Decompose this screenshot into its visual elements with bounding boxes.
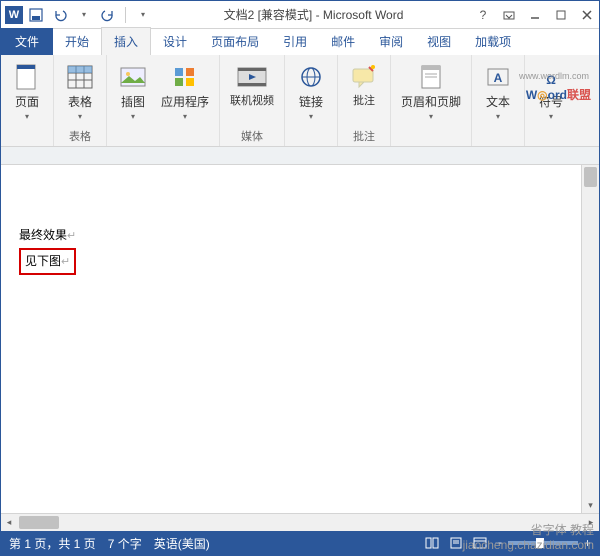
qat-customize-icon[interactable]: ▾ <box>134 6 152 24</box>
apps-icon <box>169 61 201 93</box>
redo-icon[interactable] <box>99 6 117 24</box>
tab-layout[interactable]: 页面布局 <box>199 28 271 55</box>
tab-review[interactable]: 审阅 <box>367 28 415 55</box>
apps-button[interactable]: 应用程序▾ <box>157 59 213 144</box>
online-video-button[interactable]: 联机视频 <box>226 59 278 126</box>
tab-home[interactable]: 开始 <box>53 28 101 55</box>
ribbon-group-comments: 批注 批注 <box>338 55 391 146</box>
links-icon <box>295 61 327 93</box>
textbox-icon: A <box>482 61 514 93</box>
illustrations-button[interactable]: 插图▾ <box>113 59 153 144</box>
table-button[interactable]: 表格▾ <box>60 59 100 126</box>
links-button[interactable]: 链接▾ <box>291 59 331 144</box>
scroll-down-icon[interactable]: ▾ <box>582 497 599 513</box>
comment-button[interactable]: 批注 <box>344 59 384 126</box>
scroll-thumb[interactable] <box>19 516 59 529</box>
tab-references[interactable]: 引用 <box>271 28 319 55</box>
brand-logo: W◎ord联盟 <box>526 83 591 104</box>
paragraph-mark-icon: ↵ <box>67 230 76 242</box>
table-icon <box>64 61 96 93</box>
save-icon[interactable] <box>27 6 45 24</box>
ribbon-group-illustrations: 插图▾ 应用程序▾ <box>107 55 220 146</box>
status-language[interactable]: 英语(美国) <box>154 535 210 552</box>
ribbon-group-pages: 页面▾ <box>1 55 54 146</box>
tab-insert[interactable]: 插入 <box>101 27 151 55</box>
status-page[interactable]: 第 1 页，共 1 页 <box>9 535 96 552</box>
highlight-box: 见下图↵ <box>19 248 76 275</box>
document-area: 最终效果↵ 见下图↵ ▴ ▾ <box>1 165 599 513</box>
tab-view[interactable]: 视图 <box>415 28 463 55</box>
headerfooter-button[interactable]: 页眉和页脚▾ <box>397 59 465 144</box>
watermark: 省字体 教程 jiaocheng.chazidian.com <box>463 521 594 552</box>
ribbon-group-media: 联机视频 媒体 <box>220 55 285 146</box>
header-icon <box>415 61 447 93</box>
text-button[interactable]: A 文本▾ <box>478 59 518 144</box>
undo-dropdown-icon[interactable]: ▾ <box>75 6 93 24</box>
undo-icon[interactable] <box>51 6 69 24</box>
scroll-left-icon[interactable]: ◂ <box>1 517 17 528</box>
titlebar: W ▾ ▾ 文档2 [兼容模式] - Microsoft Word ? <box>1 1 599 29</box>
tab-design[interactable]: 设计 <box>151 28 199 55</box>
ribbon-options-icon[interactable] <box>501 7 517 23</box>
view-read-icon[interactable] <box>423 535 441 551</box>
page-icon <box>11 61 43 93</box>
page-canvas[interactable]: 最终效果↵ 见下图↵ <box>1 165 581 513</box>
paragraph-2: 见下图↵ <box>25 253 70 268</box>
ribbon: 页面▾ 表格▾ 表格 插图▾ 应用程序▾ <box>1 55 599 147</box>
svg-text:A: A <box>494 71 503 85</box>
window-title: 文档2 [兼容模式] - Microsoft Word <box>152 6 475 23</box>
quick-access-toolbar: ▾ ▾ <box>27 6 152 24</box>
ribbon-group-links: 链接▾ <box>285 55 338 146</box>
ribbon-tabs: 文件 开始 插入 设计 页面布局 引用 邮件 审阅 视图 加载项 <box>1 29 599 55</box>
status-wordcount[interactable]: 7 个字 <box>108 535 142 552</box>
pictures-icon <box>117 61 149 93</box>
horizontal-ruler[interactable] <box>1 147 599 165</box>
tab-addins[interactable]: 加载项 <box>463 28 523 55</box>
tab-file[interactable]: 文件 <box>1 28 53 55</box>
logo-url: www.wordlm.com <box>519 71 589 81</box>
paragraph-1: 最终效果↵ <box>19 225 563 246</box>
ribbon-group-headerfooter: 页眉和页脚▾ <box>391 55 472 146</box>
ribbon-group-table: 表格▾ 表格 <box>54 55 107 146</box>
help-icon[interactable]: ? <box>475 7 491 23</box>
maximize-icon[interactable] <box>553 7 569 23</box>
ribbon-group-text: A 文本▾ <box>472 55 525 146</box>
paragraph-mark-icon: ↵ <box>61 256 70 268</box>
logo-o-icon: ◎ <box>537 88 547 102</box>
comment-icon <box>348 61 380 93</box>
pages-button[interactable]: 页面▾ <box>7 59 47 144</box>
video-icon <box>236 61 268 93</box>
app-icon: W <box>5 6 23 24</box>
close-icon[interactable] <box>579 7 595 23</box>
tab-mailings[interactable]: 邮件 <box>319 28 367 55</box>
scroll-thumb[interactable] <box>584 167 597 187</box>
minimize-icon[interactable] <box>527 7 543 23</box>
vertical-scrollbar[interactable]: ▴ ▾ <box>581 165 599 513</box>
